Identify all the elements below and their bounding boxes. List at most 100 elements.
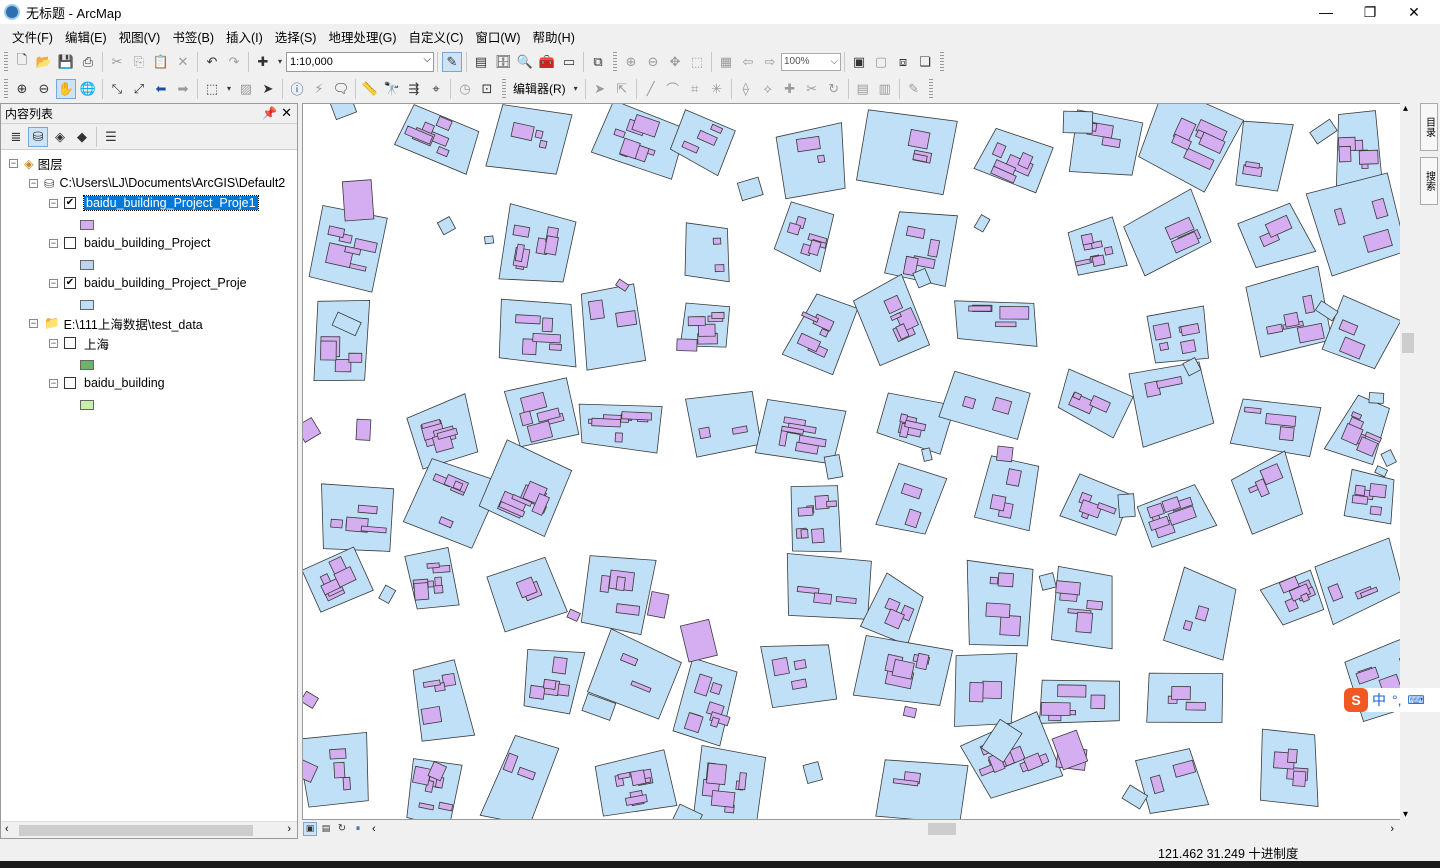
building-polygon[interactable] <box>433 584 444 594</box>
parcel-polygon[interactable] <box>685 391 762 458</box>
parcel-polygon[interactable] <box>404 547 460 610</box>
map-drawing[interactable] <box>303 104 1416 820</box>
layer-symbol-swatch[interactable] <box>80 260 94 270</box>
building-polygon[interactable] <box>333 761 346 779</box>
list-by-visibility-icon[interactable]: ◈ <box>50 127 70 147</box>
parcel-polygon[interactable] <box>679 618 718 663</box>
building-polygon[interactable] <box>342 776 351 791</box>
zoom-out-icon[interactable]: ⊖ <box>34 79 54 99</box>
parcel-polygon[interactable] <box>773 201 835 273</box>
ime-punctuation[interactable]: °, <box>1392 692 1402 708</box>
editor-toolbar-icon[interactable]: ✎ <box>442 51 462 72</box>
scroll-down-icon[interactable]: ▾ <box>1403 809 1408 820</box>
python-window-icon[interactable]: ▭ <box>559 52 579 72</box>
save-icon[interactable]: 💾 <box>56 52 76 72</box>
minimize-button[interactable]: — <box>1304 0 1348 24</box>
parcel-polygon[interactable] <box>1305 172 1407 277</box>
building-polygon[interactable] <box>1090 694 1106 710</box>
add-data-dropdown-icon[interactable]: ▾ <box>275 52 285 72</box>
go-forward-arrow-icon[interactable]: ➡ <box>173 79 193 99</box>
parcel-polygon[interactable] <box>330 104 358 121</box>
building-polygon[interactable] <box>712 237 722 245</box>
fixed-zoom-in-icon[interactable]: ⤡ <box>107 79 127 99</box>
collapse-icon[interactable]: − <box>49 378 58 388</box>
building-polygon[interactable] <box>1380 449 1397 468</box>
parcel-polygon[interactable] <box>1050 565 1113 650</box>
building-polygon[interactable] <box>985 602 1011 619</box>
parcel-polygon[interactable] <box>436 216 457 236</box>
chevron-down-icon[interactable]: ⌵ <box>830 56 838 67</box>
building-polygon[interactable] <box>1338 145 1352 163</box>
building-polygon[interactable] <box>615 576 626 592</box>
menu-view[interactable]: 视图(V) <box>113 27 167 46</box>
edit-annotation-icon[interactable]: ⇱ <box>612 79 632 99</box>
layer-visibility-checkbox[interactable]: ✔ <box>64 197 76 209</box>
building-polygon[interactable] <box>1292 770 1307 787</box>
parcel-polygon[interactable] <box>775 122 846 200</box>
zoom-out-fixed-icon[interactable]: ⊖ <box>643 52 663 72</box>
building-polygon[interactable] <box>413 582 430 601</box>
building-polygon[interactable] <box>697 323 716 337</box>
change-layout-icon[interactable]: ⧈ <box>893 52 913 72</box>
collapse-icon[interactable]: − <box>29 318 38 328</box>
parcel-polygon[interactable] <box>684 222 730 283</box>
building-polygon[interactable] <box>1180 339 1197 355</box>
go-back-arrow-icon[interactable]: ⬅ <box>151 79 171 99</box>
layer-row-proje1[interactable]: − ✔ baidu_building_Project_Proje1 <box>49 193 259 213</box>
menu-edit[interactable]: 编辑(E) <box>59 27 113 46</box>
chevron-down-icon[interactable]: ⌵ <box>423 54 431 65</box>
building-polygon[interactable] <box>817 154 826 163</box>
layer-visibility-checkbox[interactable] <box>64 377 76 389</box>
toolbar-grip[interactable] <box>4 78 8 99</box>
straight-segment-icon[interactable]: ╱ <box>641 79 661 99</box>
scroll-thumb[interactable] <box>19 825 253 836</box>
building-polygon[interactable] <box>1171 686 1191 701</box>
building-polygon[interactable] <box>1287 748 1298 764</box>
ime-language[interactable]: 中 <box>1372 690 1386 710</box>
building-polygon[interactable] <box>541 317 554 333</box>
hyperlink-icon[interactable]: ⚡ <box>309 79 329 99</box>
time-slider-icon[interactable]: ◷ <box>455 79 475 99</box>
parcel-polygon[interactable] <box>672 657 738 747</box>
parcel-polygon[interactable] <box>902 705 918 719</box>
layer-symbol-swatch[interactable] <box>80 300 94 310</box>
parcel-polygon[interactable] <box>1229 398 1322 457</box>
create-viewer-window-icon[interactable]: ⊡ <box>477 79 497 99</box>
building-polygon[interactable] <box>1185 701 1206 711</box>
reshape-icon[interactable]: ⟡ <box>758 79 778 99</box>
find-route-icon[interactable]: ⇶ <box>404 79 424 99</box>
building-polygon[interactable] <box>566 608 581 622</box>
building-polygon[interactable] <box>543 235 559 256</box>
parcel-polygon[interactable] <box>303 690 320 709</box>
building-polygon[interactable] <box>968 681 984 703</box>
layer-visibility-checkbox[interactable] <box>64 337 76 349</box>
data-view-icon[interactable]: ▣ <box>303 821 317 836</box>
close-icon[interactable]: ✕ <box>281 105 292 121</box>
building-polygon[interactable] <box>1369 505 1383 516</box>
parcel-polygon[interactable] <box>1321 294 1402 370</box>
cut-icon[interactable]: ✂ <box>107 52 127 72</box>
building-polygon[interactable] <box>973 214 991 233</box>
map-canvas[interactable] <box>302 103 1416 820</box>
rotate-icon[interactable]: ↻ <box>824 79 844 99</box>
collapse-icon[interactable]: − <box>49 278 58 288</box>
parcel-polygon[interactable] <box>1062 110 1094 134</box>
split-icon[interactable]: ✂ <box>802 79 822 99</box>
building-polygon[interactable] <box>1368 483 1387 499</box>
menu-geoprocessing[interactable]: 地理处理(G) <box>322 27 402 46</box>
building-polygon[interactable] <box>771 657 790 677</box>
pause-drawing-icon[interactable]: ⏸ <box>351 822 365 836</box>
building-polygon[interactable] <box>1057 684 1087 698</box>
toolbar-grip[interactable] <box>4 51 8 72</box>
zoom-whole-page-icon[interactable]: ⬚ <box>687 52 707 72</box>
building-polygon[interactable] <box>599 574 611 593</box>
editor-dropdown-icon[interactable]: ▾ <box>571 79 581 99</box>
building-polygon[interactable] <box>1351 494 1369 505</box>
building-polygon[interactable] <box>1040 701 1071 717</box>
menu-customize[interactable]: 自定义(C) <box>403 27 470 46</box>
building-polygon[interactable] <box>1086 599 1104 611</box>
building-polygon[interactable] <box>813 592 833 605</box>
parcel-polygon[interactable] <box>996 445 1014 463</box>
building-polygon[interactable] <box>793 659 807 671</box>
building-polygon[interactable] <box>542 678 557 690</box>
